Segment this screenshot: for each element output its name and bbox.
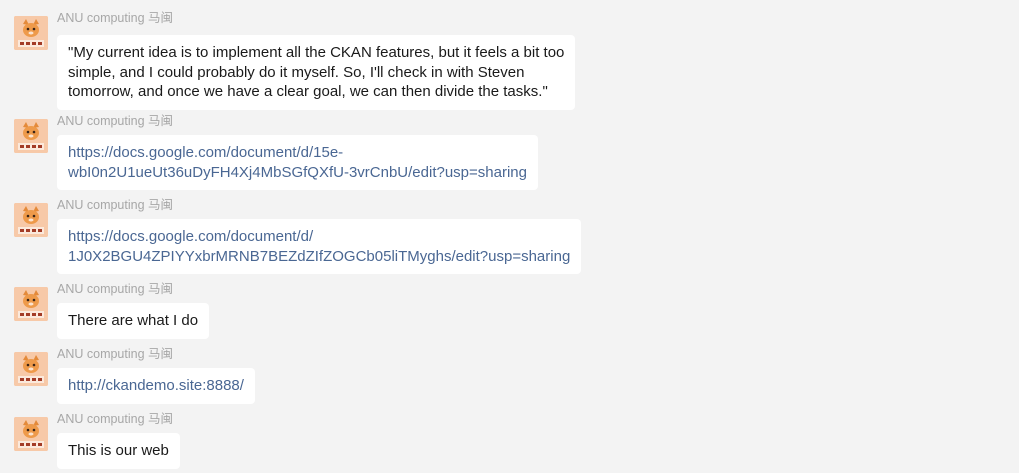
avatar[interactable]	[14, 16, 48, 50]
message-text: simple, and I could probably do it mysel…	[68, 63, 525, 81]
sender-name: ANU computing 马闽	[57, 114, 174, 128]
message-text: "My current idea is to implement all the…	[68, 44, 565, 61]
avatar[interactable]	[14, 287, 48, 321]
message-text: This is our web	[68, 442, 169, 459]
avatar[interactable]	[14, 203, 48, 237]
avatar-cat-icon	[14, 352, 48, 386]
message-link[interactable]: https://docs.google.com/document/d/15e-	[68, 143, 527, 163]
sender-name: ANU computing 马闽	[57, 412, 174, 426]
message-bubble[interactable]: https://docs.google.com/document/d/ 1J0X…	[57, 219, 582, 274]
message-text: There are what I do	[68, 312, 199, 329]
avatar-cat-icon	[14, 119, 48, 153]
sender-name: ANU computing 马闽	[57, 282, 174, 296]
avatar-cat-icon	[14, 203, 48, 237]
message-bubble[interactable]: "My current idea is to implement all the…	[57, 35, 576, 110]
sender-name: ANU computing 马闽	[57, 11, 174, 25]
message-bubble[interactable]: https://docs.google.com/document/d/15e- …	[57, 135, 538, 190]
message-bubble[interactable]: http://ckandemo.site:8888/	[57, 368, 255, 404]
sender-name: ANU computing 马闽	[57, 198, 174, 212]
sender-name: ANU computing 马闽	[57, 347, 174, 361]
message-text: tomorrow, and once we have a clear goal,…	[68, 83, 548, 100]
avatar[interactable]	[14, 352, 48, 386]
message-bubble[interactable]: This is our web	[57, 433, 180, 469]
message-link[interactable]: 1J0X2BGU4ZPIYYxbrMRNB7BEZdZIfZOGCb05liTM…	[68, 247, 570, 267]
message-bubble[interactable]: There are what I do	[57, 303, 210, 339]
avatar-cat-icon	[14, 287, 48, 321]
message-link[interactable]: http://ckandemo.site:8888/	[68, 376, 244, 396]
avatar-cat-icon	[14, 417, 48, 451]
avatar-cat-icon	[14, 16, 48, 50]
message-link[interactable]: https://docs.google.com/document/d/	[68, 227, 570, 247]
avatar[interactable]	[14, 417, 48, 451]
message-link[interactable]: wbI0n2U1ueUt36uDyFH4Xj4MbSGfQXfU-3vrCnbU…	[68, 163, 527, 183]
avatar[interactable]	[14, 119, 48, 153]
